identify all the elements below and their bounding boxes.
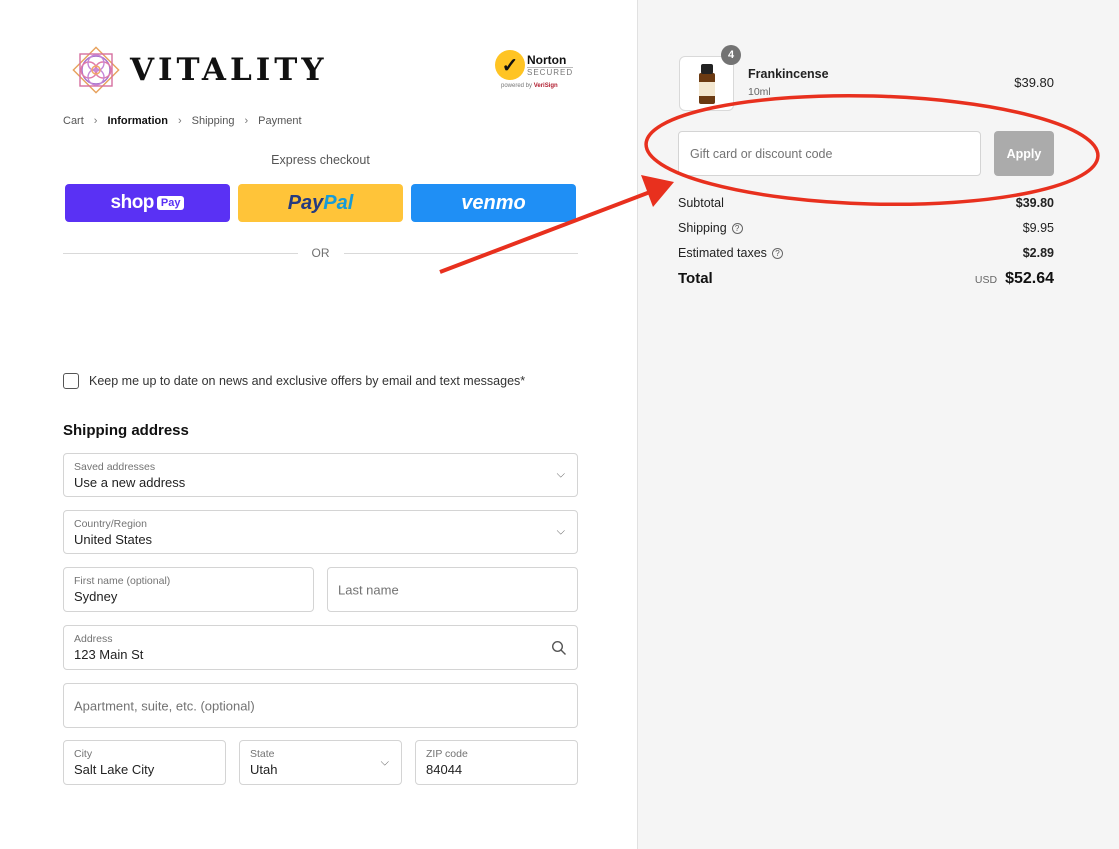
apartment-placeholder: Apartment, suite, etc. (optional) [74, 698, 255, 713]
norton-powered-by: powered by VeriSign [495, 83, 579, 89]
product-thumbnail [679, 56, 734, 111]
newsletter-checkbox[interactable] [63, 373, 79, 389]
divider-line [63, 252, 298, 254]
total-row: Total USD $52.64 [678, 270, 1054, 288]
taxes-label-wrap: Estimated taxes? [678, 246, 783, 260]
country-value: United States [74, 532, 153, 547]
last-name-field[interactable]: Last name [327, 567, 578, 612]
chevron-down-icon: ⌵ [556, 525, 565, 538]
shop-pay-button[interactable]: shop Pay [65, 184, 230, 222]
chevron-right-icon: › [244, 115, 249, 127]
newsletter-opt-in[interactable]: Keep me up to date on news and exclusive… [63, 373, 525, 389]
chevron-down-icon: ⌵ [380, 756, 389, 768]
discount-code-field[interactable] [678, 131, 981, 176]
norton-check-icon: ✓ [495, 50, 525, 80]
saved-addresses-label: Saved addresses [74, 461, 156, 473]
shipping-row: Shipping? $9.95 [678, 221, 1054, 235]
brand-logo[interactable]: VITALITY [68, 42, 327, 98]
product-name: Frankincense [748, 67, 829, 81]
saved-addresses-select[interactable]: Saved addresses Use a new address ⌵ [63, 453, 578, 497]
product-bottle-image [698, 63, 715, 104]
taxes-row: Estimated taxes? $2.89 [678, 246, 1054, 260]
state-label: State [250, 748, 275, 760]
state-value: Utah [250, 762, 278, 777]
shipping-cost-label: Shipping [678, 221, 727, 235]
apartment-field[interactable]: Apartment, suite, etc. (optional) [63, 683, 578, 728]
city-field[interactable]: City Salt Lake City [63, 740, 226, 785]
brand-name: VITALITY [130, 52, 328, 88]
express-checkout-title: Express checkout [271, 153, 370, 167]
zip-field[interactable]: ZIP code 84044 [415, 740, 578, 785]
chevron-down-icon: ⌵ [556, 468, 565, 481]
paypal-button[interactable]: Pay Pal [238, 184, 403, 222]
divider-line [343, 252, 578, 254]
first-name-field[interactable]: First name (optional) Sydney [63, 567, 314, 612]
chevron-right-icon: › [93, 115, 98, 127]
state-select[interactable]: State Utah ⌵ [239, 740, 402, 785]
breadcrumb-payment: Payment [258, 115, 302, 127]
discount-code-input[interactable] [679, 132, 980, 175]
paypal-brand-part2: Pal [323, 191, 354, 214]
country-select[interactable]: Country/Region United States ⌵ [63, 510, 578, 554]
subtotal-value: $39.80 [1015, 196, 1054, 210]
zip-value: 84044 [426, 762, 463, 777]
shop-pay-tag: Pay [156, 196, 185, 210]
address-field[interactable]: Address 123 Main St [63, 625, 578, 670]
norton-powered-prefix: powered by [501, 83, 533, 89]
or-divider: OR [63, 246, 578, 260]
address-label: Address [74, 633, 113, 645]
breadcrumb: Cart › Information › Shipping › Payment [63, 115, 302, 127]
norton-secured-text: SECURED [527, 66, 574, 77]
breadcrumb-shipping: Shipping [191, 115, 235, 127]
address-value: 123 Main St [74, 647, 144, 662]
logo-mandala-icon [72, 46, 120, 94]
newsletter-label: Keep me up to date on news and exclusive… [89, 374, 526, 388]
help-icon[interactable]: ? [731, 222, 743, 234]
product-price: $39.80 [1014, 75, 1054, 90]
last-name-placeholder: Last name [338, 582, 399, 597]
shipping-cost-value: $9.95 [1022, 221, 1054, 235]
city-value: Salt Lake City [74, 762, 155, 777]
first-name-label: First name (optional) [74, 575, 171, 587]
total-currency: USD [974, 274, 998, 286]
breadcrumb-information: Information [107, 115, 168, 127]
subtotal-row: Subtotal $39.80 [678, 196, 1054, 210]
total-label: Total [678, 270, 713, 287]
saved-addresses-value: Use a new address [74, 475, 186, 490]
product-variant: 10ml [748, 86, 771, 98]
search-icon[interactable] [551, 640, 567, 656]
taxes-label: Estimated taxes [678, 246, 767, 260]
taxes-value: $2.89 [1022, 246, 1054, 260]
chevron-right-icon: › [177, 115, 182, 127]
zip-label: ZIP code [426, 748, 468, 760]
norton-name: Norton [527, 52, 567, 67]
country-label: Country/Region [74, 518, 147, 530]
apply-discount-button[interactable]: Apply [994, 131, 1054, 176]
quantity-badge: 4 [721, 45, 741, 65]
city-label: City [74, 748, 93, 760]
venmo-button[interactable]: venmo [411, 184, 576, 222]
paypal-brand-part1: Pay [287, 191, 324, 214]
order-summary-panel [637, 0, 1119, 849]
subtotal-label: Subtotal [678, 196, 724, 210]
shipping-cost-label-wrap: Shipping? [678, 221, 743, 235]
norton-secured-badge: ✓ Norton SECURED powered by VeriSign [495, 50, 579, 96]
help-icon[interactable]: ? [771, 247, 783, 259]
first-name-value: Sydney [74, 589, 118, 604]
total-value: $52.64 [1005, 270, 1054, 287]
shop-pay-brand: shop [110, 192, 155, 213]
or-text: OR [311, 246, 330, 260]
shipping-address-title: Shipping address [63, 422, 189, 439]
breadcrumb-cart[interactable]: Cart [63, 115, 84, 127]
total-amount: USD $52.64 [975, 270, 1054, 288]
norton-verisign: VeriSign [533, 83, 558, 89]
